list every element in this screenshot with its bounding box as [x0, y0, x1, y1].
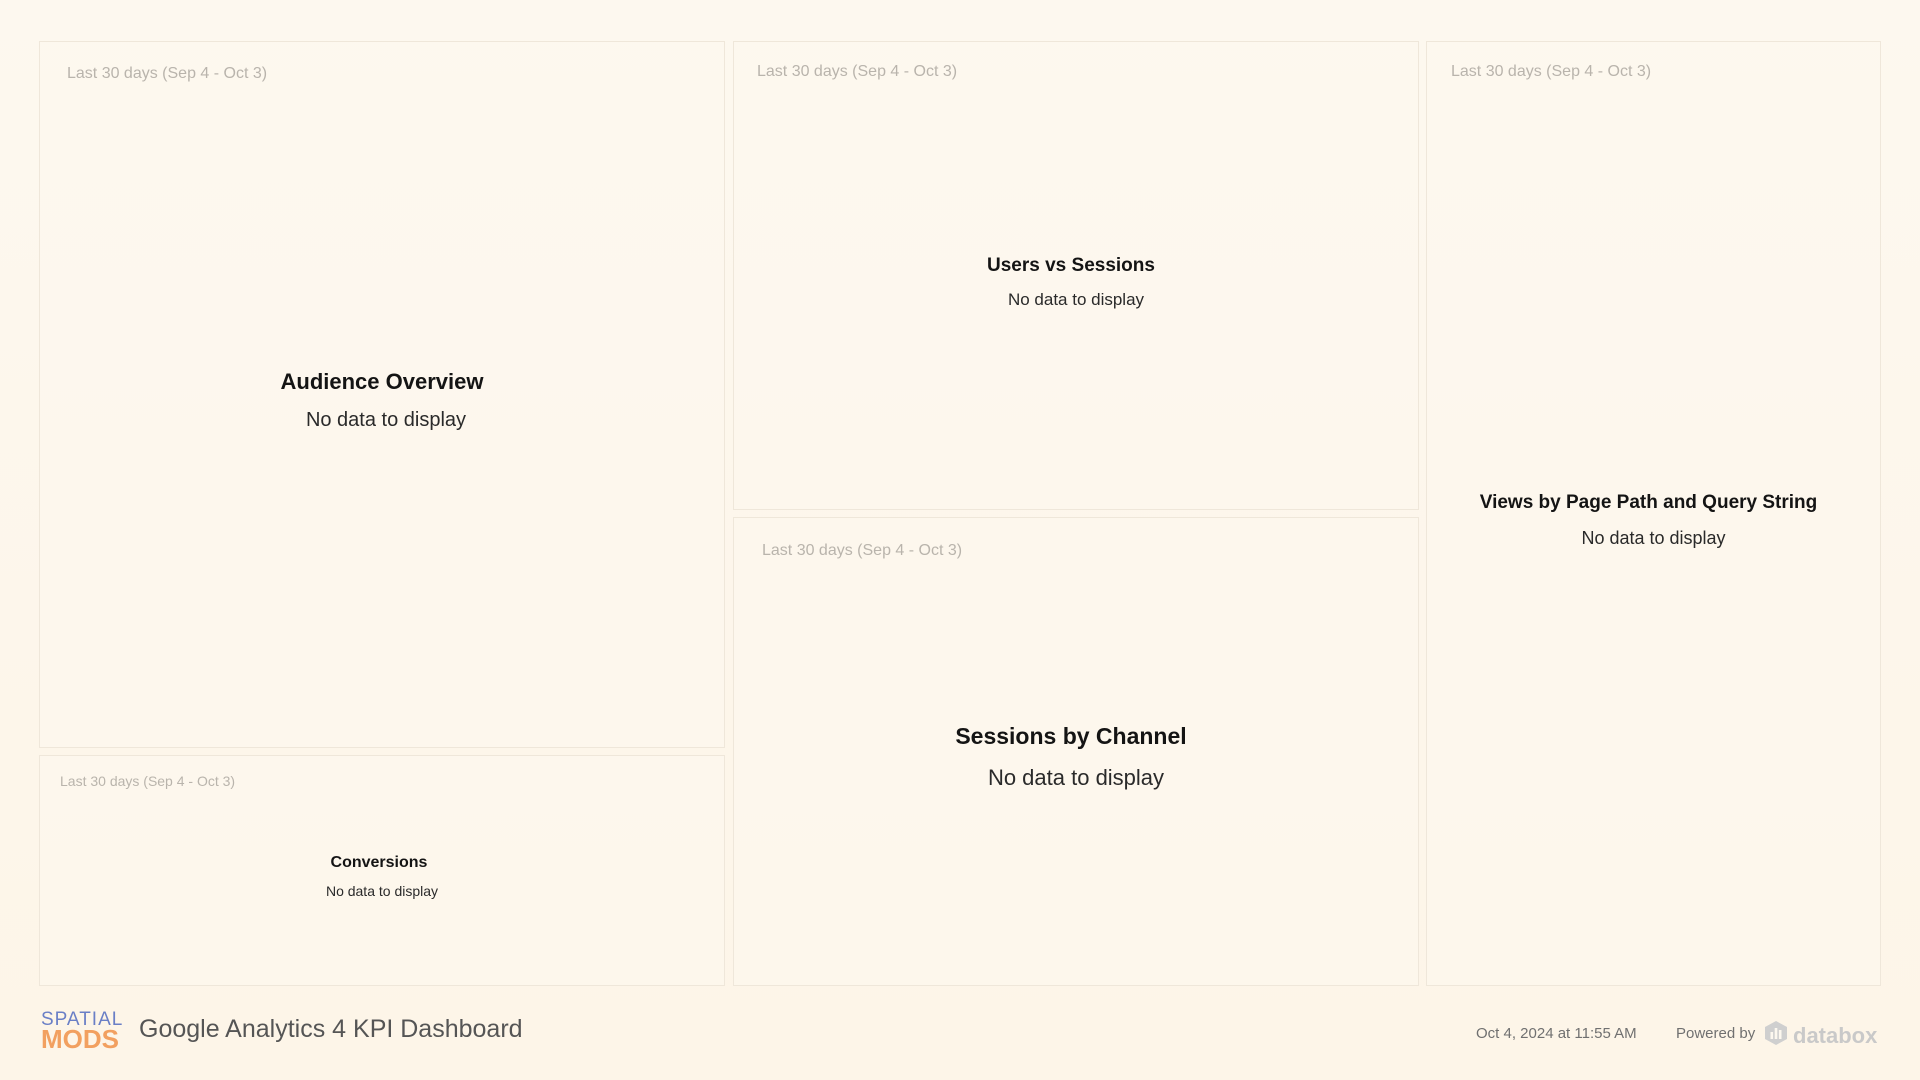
audience-overview-panel[interactable]: Last 30 days (Sep 4 - Oct 3) Audience Ov… — [39, 41, 725, 748]
panel-title: Users vs Sessions — [987, 255, 1155, 276]
logo-text-bottom: MODS — [41, 1024, 119, 1054]
databox-wordmark: databox — [1793, 1022, 1878, 1048]
panel-title: Conversions — [330, 854, 428, 871]
no-data-message: No data to display — [325, 883, 439, 899]
databox-brand-link[interactable]: databox — [1764, 1020, 1877, 1051]
last-updated-timestamp: Oct 4, 2024 at 11:55 AM — [1476, 1025, 1637, 1042]
panel-title: Audience Overview — [280, 369, 484, 394]
date-range-label: Last 30 days (Sep 4 - Oct 3) — [60, 773, 236, 789]
no-data-message: No data to display — [987, 765, 1165, 790]
databox-logo-icon — [1764, 1020, 1788, 1051]
powered-by-label: Powered by — [1676, 1025, 1756, 1042]
date-range-label: Last 30 days (Sep 4 - Oct 3) — [67, 65, 268, 82]
conversions-panel[interactable]: Last 30 days (Sep 4 - Oct 3) Conversions… — [39, 755, 725, 986]
panel-title: Views by Page Path and Query String — [1479, 492, 1818, 513]
no-data-message: No data to display — [305, 409, 467, 431]
no-data-message: No data to display — [1581, 528, 1726, 548]
panel-title: Sessions by Channel — [955, 723, 1187, 749]
users-vs-sessions-panel[interactable]: Last 30 days (Sep 4 - Oct 3) Users vs Se… — [733, 41, 1419, 510]
spatial-mods-logo: SPATIAL MODS — [41, 1009, 123, 1054]
no-data-message: No data to display — [1007, 290, 1145, 309]
views-by-page-path-panel[interactable]: Last 30 days (Sep 4 - Oct 3) Views by Pa… — [1426, 41, 1881, 986]
date-range-label: Last 30 days (Sep 4 - Oct 3) — [1451, 63, 1652, 80]
sessions-by-channel-panel[interactable]: Last 30 days (Sep 4 - Oct 3) Sessions by… — [733, 517, 1419, 986]
dashboard-title: Google Analytics 4 KPI Dashboard — [139, 1015, 523, 1043]
date-range-label: Last 30 days (Sep 4 - Oct 3) — [762, 542, 963, 559]
date-range-label: Last 30 days (Sep 4 - Oct 3) — [757, 63, 958, 80]
